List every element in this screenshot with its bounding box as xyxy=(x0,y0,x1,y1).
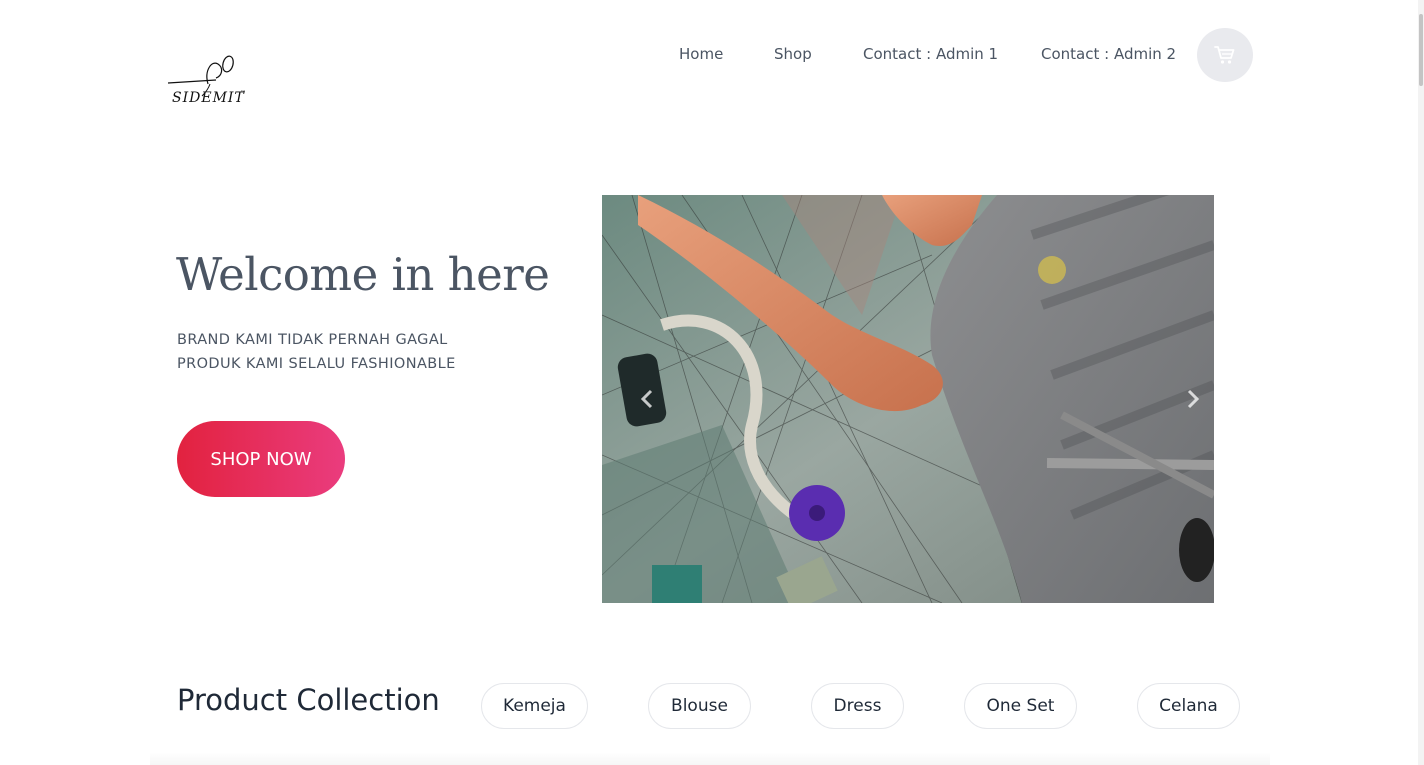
chevron-right-icon xyxy=(1187,389,1200,409)
category-kemeja[interactable]: Kemeja xyxy=(481,683,588,729)
scrollbar-thumb[interactable] xyxy=(1419,14,1423,86)
chevron-left-icon xyxy=(640,389,653,409)
carousel-prev-button[interactable] xyxy=(632,381,662,417)
collection-title: Product Collection xyxy=(177,683,440,717)
carousel-next-button[interactable] xyxy=(1178,381,1208,417)
category-blouse[interactable]: Blouse xyxy=(648,683,751,729)
cart-icon xyxy=(1214,46,1235,64)
nav-shop[interactable]: Shop xyxy=(774,45,812,63)
hero-title: Welcome in here xyxy=(176,248,550,301)
category-dress[interactable]: Dress xyxy=(811,683,904,729)
hero-carousel[interactable] xyxy=(602,195,1214,603)
nav-home[interactable]: Home xyxy=(679,45,723,63)
brand-trademark: ™ xyxy=(240,90,246,97)
cart-button[interactable] xyxy=(1197,28,1253,82)
hero-subtitle: BRAND KAMI TIDAK PERNAH GAGAL PRODUK KAM… xyxy=(177,328,456,376)
tailoring-photo xyxy=(602,195,1214,603)
page: SIDEMIT ™ Home Shop Contact : Admin 1 Co… xyxy=(0,0,1424,765)
hero-subtitle-line-1: BRAND KAMI TIDAK PERNAH GAGAL xyxy=(177,332,448,348)
shop-now-button[interactable]: SHOP NOW xyxy=(177,421,345,497)
nav-contact-admin-2[interactable]: Contact : Admin 2 xyxy=(1041,45,1176,63)
section-shadow xyxy=(150,752,1270,765)
nav-contact-admin-1[interactable]: Contact : Admin 1 xyxy=(863,45,998,63)
category-one-set[interactable]: One Set xyxy=(964,683,1077,729)
brand-name: SIDEMIT xyxy=(172,90,245,106)
hero-subtitle-line-2: PRODUK KAMI SELALU FASHIONABLE xyxy=(177,356,456,372)
category-celana[interactable]: Celana xyxy=(1137,683,1240,729)
scrollbar[interactable] xyxy=(1418,0,1424,765)
